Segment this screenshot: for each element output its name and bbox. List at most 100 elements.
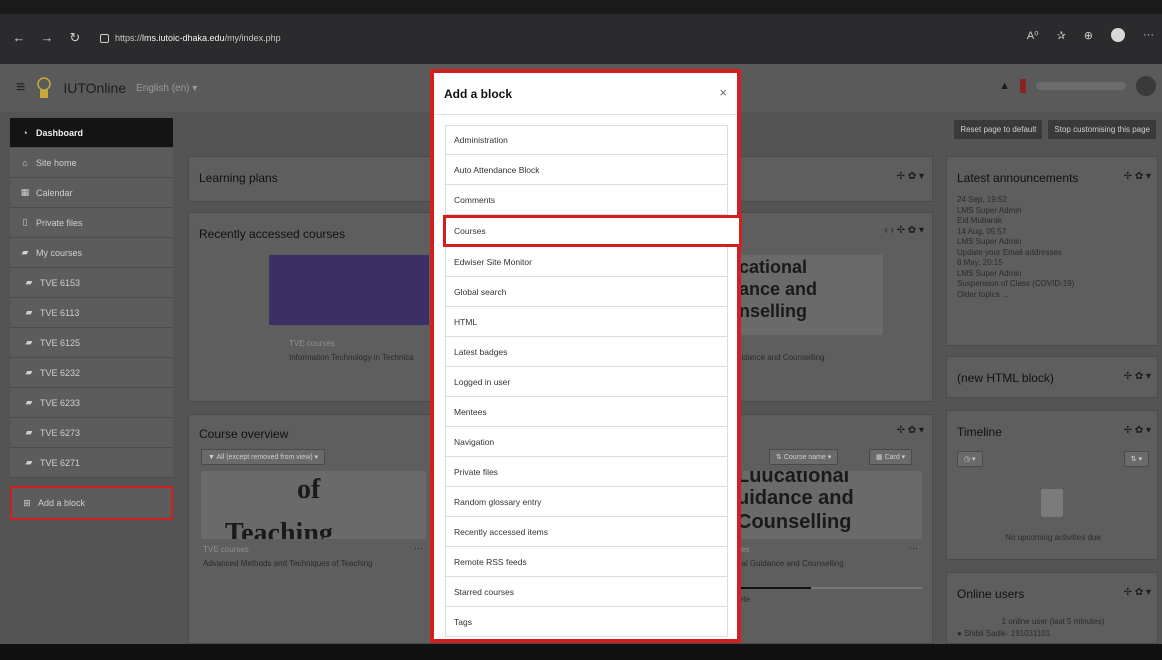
timeline-filter-dropdown[interactable]: ◷ ▾ [957, 451, 983, 467]
block-option[interactable]: Tags [445, 607, 728, 637]
block-option[interactable]: HTML [445, 307, 728, 337]
collections-icon[interactable]: ⊕ [1084, 29, 1093, 42]
sidebar-item[interactable]: ▰ TVE 6125 [10, 328, 173, 358]
block-option[interactable]: Logged in user [445, 367, 728, 397]
block-option[interactable]: Edwiser Site Monitor [445, 247, 728, 277]
add-block-modal: Add a block × Administration Auto Attenda… [430, 69, 742, 643]
block-controls-icon[interactable]: ✢ ✿ ▾ [1124, 587, 1151, 598]
avatar[interactable] [1136, 76, 1156, 96]
block-controls-icon[interactable]: ✢ ✿ ▾ [897, 171, 924, 182]
notification-badge [1020, 79, 1026, 93]
filter-dropdown[interactable]: ▼ All (except removed from view) ▾ [201, 449, 326, 465]
user-name[interactable] [1036, 82, 1126, 90]
block-option[interactable]: Comments [445, 185, 728, 215]
filter-icon: ▼ [208, 454, 217, 461]
graduation-cap-icon: ▰ [21, 247, 29, 257]
block-option[interactable]: Mentees [445, 397, 728, 427]
block-controls-icon[interactable]: ✢ ✿ ▾ [897, 425, 924, 436]
block-option[interactable]: Private files [445, 457, 728, 487]
language-selector[interactable]: English (en) ▾ [136, 83, 197, 94]
browser-toolbar: ← → ↻ https://lms.iutoic-dhaka.edu/my/in… [0, 14, 1162, 64]
site-brand[interactable]: IUTOnline [63, 80, 126, 96]
sidebar-item[interactable]: ▯ Private files [10, 208, 173, 238]
block-title: (new HTML block) [957, 371, 1054, 385]
course-image[interactable] [269, 255, 429, 325]
calendar-icon: ▦ [20, 187, 30, 197]
profile-icon[interactable] [1111, 28, 1125, 42]
sort-dropdown[interactable]: ⇅ Course name ▾ [769, 449, 839, 465]
close-icon[interactable]: × [719, 85, 727, 100]
bell-icon[interactable]: ▲ [999, 80, 1010, 92]
block-option[interactable]: Navigation [445, 427, 728, 457]
url-host: lms.iutoic-dhaka.edu [142, 33, 225, 43]
block-option[interactable]: Auto Attendance Block [445, 155, 728, 185]
course-menu-icon[interactable]: ··· [909, 543, 918, 553]
sidebar-item[interactable]: ▦ Calendar [10, 178, 173, 208]
right-banner-line-2: uidance and [737, 487, 854, 509]
taskbar [0, 644, 1162, 660]
course-name[interactable]: Advanced Methods and Techniques of Teach… [203, 559, 403, 569]
sort-icon: ⇅ ▾ [1130, 456, 1142, 463]
graduation-cap-icon: ▰ [25, 307, 33, 317]
forward-icon[interactable]: → [40, 30, 54, 46]
block-title: Timeline [957, 425, 1002, 439]
course-menu-icon[interactable]: ··· [414, 543, 423, 553]
announcement-line: 8 May, 20:15 [957, 258, 1003, 267]
timeline-sort-dropdown[interactable]: ⇅ ▾ [1123, 451, 1149, 467]
sidebar-item[interactable]: ▰ TVE 6273 [10, 418, 173, 448]
sidebar-item[interactable]: ▰ TVE 6233 [10, 388, 173, 418]
course-banner[interactable]: cational ance and nselling [737, 255, 883, 335]
edit-controls: Reset page to default Stop customising t… [954, 120, 1156, 139]
graduation-cap-icon: ▰ [25, 397, 33, 407]
announcement-line[interactable]: Older topics ... [957, 290, 1074, 301]
course-name[interactable]: Information Technology in Technica [289, 353, 414, 362]
block-option[interactable]: Recently accessed items [445, 517, 728, 547]
timeline-block: Timeline ✢ ✿ ▾ ◷ ▾ ⇅ ▾ No upcoming activ… [946, 410, 1158, 560]
banner-line-1: cational [739, 257, 808, 277]
view-dropdown[interactable]: ▦ Card ▾ [869, 449, 913, 465]
block-option[interactable]: Courses [443, 215, 742, 247]
sidebar-item[interactable]: ▰ TVE 6113 [10, 298, 173, 328]
sidebar-item[interactable]: ▰ TVE 6232 [10, 358, 173, 388]
block-title: Course overview [199, 427, 289, 441]
sidebar-item[interactable]: ▰ TVE 6153 [10, 268, 173, 298]
online-user[interactable]: ● Shibli Sadik- 191031101 [957, 629, 1050, 638]
block-controls-icon[interactable]: ‹ › ✢ ✿ ▾ [884, 225, 924, 236]
block-option[interactable]: Starred courses [445, 577, 728, 607]
course-name-right[interactable]: nal Guidance and Counselling [737, 559, 844, 568]
course-card-banner[interactable]: Luucationai uidance and Counselling [737, 471, 922, 539]
sidebar-item[interactable]: ▰ TVE 6271 [10, 448, 173, 478]
block-option[interactable]: Latest badges [445, 337, 728, 367]
favorites-icon[interactable]: ✰ [1057, 29, 1066, 42]
stop-customising-button[interactable]: Stop customising this page [1048, 120, 1156, 139]
sidebar-item[interactable]: ◔ Dashboard [10, 118, 173, 148]
modal-title: Add a block [444, 86, 513, 101]
announcement-list: 24 Sep, 19:52 LMS Super Admin Eid Mubarak 1… [957, 195, 1074, 300]
sidebar-item-label: Calendar [36, 187, 73, 198]
block-controls-icon[interactable]: ✢ ✿ ▾ [1124, 171, 1151, 182]
course-category: TVE courses [289, 339, 335, 348]
sidebar-item[interactable]: ▰ My courses [10, 238, 173, 268]
file-icon: ▯ [22, 217, 28, 227]
reload-icon[interactable]: ↻ [68, 30, 82, 46]
menu-icon[interactable]: ≡ [16, 79, 25, 97]
more-icon[interactable]: ··· [1143, 29, 1154, 41]
course-card-image[interactable]: of Teaching [201, 471, 426, 539]
block-controls-icon[interactable]: ✢ ✿ ▾ [1124, 371, 1151, 382]
banner-line-2: ance and [739, 279, 818, 299]
block-controls-icon[interactable]: ✢ ✿ ▾ [1124, 425, 1151, 436]
reset-page-button[interactable]: Reset page to default [954, 120, 1043, 139]
block-option[interactable]: Global search [445, 277, 728, 307]
course-name-right[interactable]: uidance and Counselling [737, 353, 825, 362]
sidebar-item[interactable]: ⌂ Site home [10, 148, 173, 178]
back-icon[interactable]: ← [12, 30, 26, 46]
add-block-button[interactable]: ⊞ Add a block [10, 486, 173, 520]
read-aloud-icon[interactable]: A⁰ [1027, 29, 1039, 42]
block-option[interactable]: Administration [445, 125, 728, 155]
filter-label: All (except removed from view) ▾ [216, 454, 319, 461]
block-option[interactable]: Remote RSS feeds [445, 547, 728, 577]
block-option[interactable]: Random glossary entry [445, 487, 728, 517]
block-title: Latest announcements [957, 171, 1079, 185]
address-bar[interactable]: https://lms.iutoic-dhaka.edu/my/index.ph… [100, 28, 1020, 48]
announcement-line: LMS Super Admin [957, 268, 1022, 278]
